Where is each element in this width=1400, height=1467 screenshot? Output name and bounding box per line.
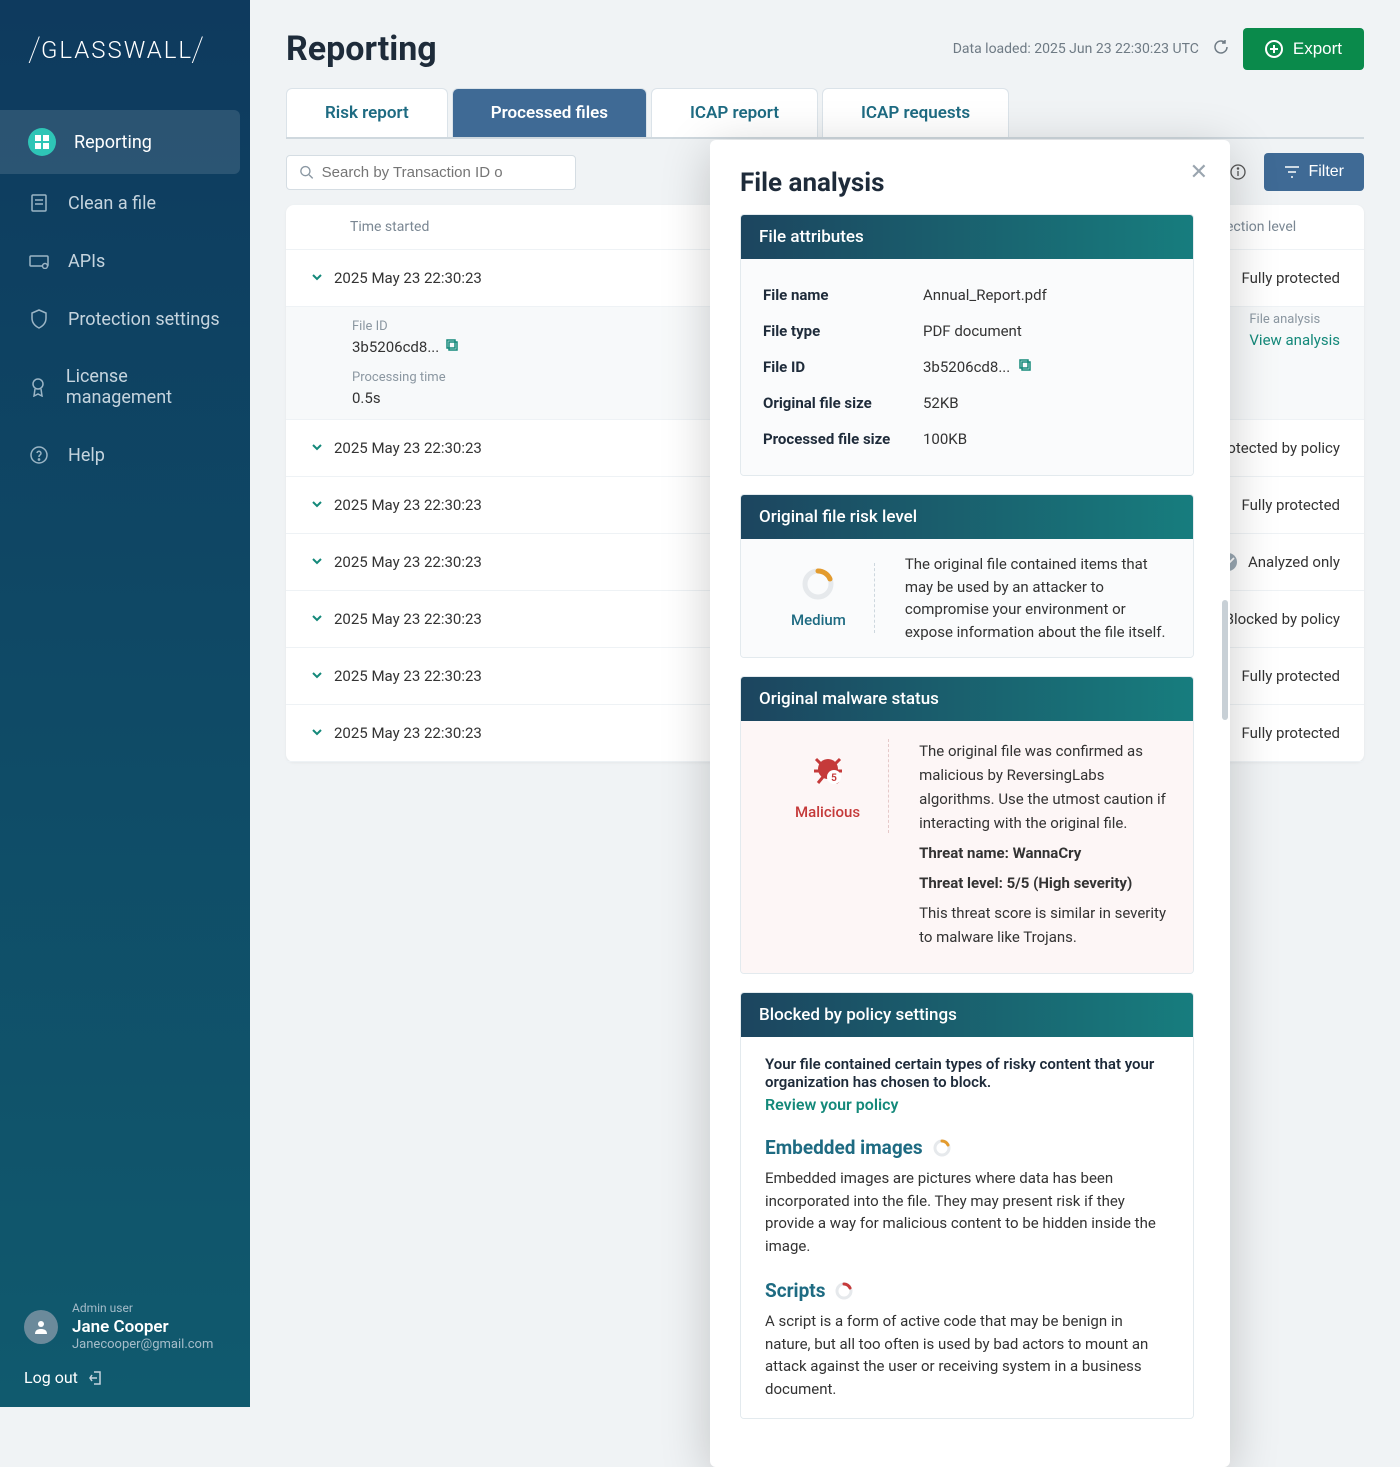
file-attrs-header: File attributes [741, 215, 1193, 259]
sidebar-item-label: Protection settings [68, 309, 220, 330]
sidebar-item-label: Clean a file [68, 193, 156, 214]
malware-header: Original malware status [741, 677, 1193, 721]
info-icon [1230, 164, 1246, 180]
risk-header: Original file risk level [741, 495, 1193, 539]
grid-icon [28, 128, 56, 156]
row-time: 2025 May 23 22:30:23 [334, 724, 570, 742]
blocked-subsection: Scripts A script is a form of active cod… [765, 1279, 1169, 1400]
risk-gauge-icon [801, 567, 835, 601]
attr-row: File name Annual_Report.pdf [763, 277, 1171, 313]
review-policy-link[interactable]: Review your policy [765, 1095, 1169, 1114]
blocked-subsection: Embedded images Embedded images are pict… [765, 1136, 1169, 1257]
page-title: Reporting [286, 29, 437, 69]
malware-desc2: This threat score is similar in severity… [919, 901, 1167, 949]
risk-desc: The original file contained items that m… [905, 553, 1171, 643]
tab-processed-files[interactable]: Processed files [452, 88, 647, 137]
view-analysis-link[interactable]: View analysis [1249, 331, 1340, 349]
svg-text:5: 5 [831, 773, 837, 784]
scrollbar[interactable] [1222, 600, 1228, 720]
api-icon [28, 250, 50, 272]
sidebar-item-protection[interactable]: Protection settings [0, 290, 250, 348]
close-icon[interactable]: ✕ [1190, 160, 1208, 185]
copy-icon[interactable] [445, 338, 459, 356]
risk-ring-icon [933, 1139, 951, 1157]
malware-icon: 5 [808, 751, 848, 791]
row-time: 2025 May 23 22:30:23 [334, 667, 570, 685]
status-badge: Fully protected [1212, 268, 1340, 288]
avatar [24, 1310, 58, 1344]
sidebar-item-clean[interactable]: Clean a file [0, 174, 250, 232]
export-button[interactable]: Export [1243, 28, 1364, 70]
sidebar-item-label: Help [68, 445, 105, 466]
sidebar-item-license[interactable]: License management [0, 348, 250, 426]
row-time: 2025 May 23 22:30:23 [334, 439, 570, 457]
filter-label: Filter [1308, 163, 1344, 181]
sidebar-item-label: License management [66, 366, 222, 408]
row-time: 2025 May 23 22:30:23 [334, 553, 570, 571]
status-badge: Fully protected [1212, 495, 1340, 515]
malware-desc1: The original file was confirmed as malic… [919, 739, 1167, 835]
chevron-down-icon[interactable] [310, 610, 334, 629]
export-icon [1265, 40, 1283, 58]
sidebar-item-label: APIs [68, 251, 105, 272]
tab-icap-requests[interactable]: ICAP requests [822, 88, 1009, 137]
tab-icap-report[interactable]: ICAP report [651, 88, 818, 137]
row-time: 2025 May 23 22:30:23 [334, 610, 570, 628]
row-time: 2025 May 23 22:30:23 [334, 496, 570, 514]
risk-ring-icon [835, 1282, 853, 1300]
user-name: Jane Cooper [72, 1317, 213, 1337]
col-time: Time started [310, 219, 570, 235]
attr-row: File ID 3b5206cd8... [763, 349, 1171, 385]
attr-row: Processed file size 100KB [763, 421, 1171, 457]
user-role: Admin user [72, 1301, 213, 1315]
file-analysis-modal: ✕ File analysis File attributes File nam… [710, 140, 1230, 1467]
tabs: Risk report Processed files ICAP report … [286, 88, 1364, 139]
chevron-down-icon[interactable] [310, 553, 334, 572]
user-block: Admin user Jane Cooper Janecooper@gmail.… [0, 1301, 250, 1387]
malware-level: Malicious [795, 803, 860, 821]
chevron-down-icon[interactable] [310, 439, 334, 458]
sidebar-item-help[interactable]: Help [0, 426, 250, 484]
logout-label: Log out [24, 1368, 78, 1387]
risk-level: Medium [791, 611, 846, 629]
filter-icon [1284, 165, 1300, 179]
tab-risk-report[interactable]: Risk report [286, 88, 448, 137]
row-time: 2025 May 23 22:30:23 [334, 269, 570, 287]
status-badge: Fully protected [1212, 666, 1340, 686]
shield-icon [28, 308, 50, 330]
status-badge: Analyzed only [1218, 552, 1340, 572]
user-email: Janecooper@gmail.com [72, 1337, 213, 1352]
sidebar-item-apis[interactable]: APIs [0, 232, 250, 290]
chevron-down-icon[interactable] [310, 269, 334, 288]
search-icon [299, 164, 314, 180]
blocked-intro: Your file contained certain types of ris… [765, 1055, 1169, 1091]
file-icon [28, 192, 50, 214]
copy-icon[interactable] [1018, 358, 1032, 376]
chevron-down-icon[interactable] [310, 496, 334, 515]
sidebar-item-label: Reporting [74, 132, 152, 153]
sidebar: /GLASSWALL/ Reporting Clean a file APIs [0, 0, 250, 1407]
main: Reporting Data loaded: 2025 Jun 23 22:30… [250, 0, 1400, 1407]
data-loaded-label: Data loaded: 2025 Jun 23 22:30:23 UTC [953, 41, 1199, 57]
attr-row: Original file size 52KB [763, 385, 1171, 421]
status-badge: Fully protected [1212, 723, 1340, 743]
sidebar-item-reporting[interactable]: Reporting [0, 110, 240, 174]
export-label: Export [1293, 39, 1342, 59]
attr-row: File type PDF document [763, 313, 1171, 349]
refresh-icon[interactable] [1213, 39, 1229, 59]
license-icon [28, 376, 48, 398]
blocked-header: Blocked by policy settings [741, 993, 1193, 1037]
logo: /GLASSWALL/ [0, 30, 250, 110]
modal-title: File analysis [710, 168, 1224, 214]
search-box[interactable] [286, 155, 576, 190]
chevron-down-icon[interactable] [310, 724, 334, 743]
search-input[interactable] [322, 164, 563, 181]
logout-button[interactable]: Log out [24, 1368, 226, 1387]
logout-icon [88, 1370, 104, 1386]
chevron-down-icon[interactable] [310, 667, 334, 686]
filter-button[interactable]: Filter [1264, 153, 1364, 191]
help-icon [28, 444, 50, 466]
nav: Reporting Clean a file APIs Protection s… [0, 110, 250, 1301]
